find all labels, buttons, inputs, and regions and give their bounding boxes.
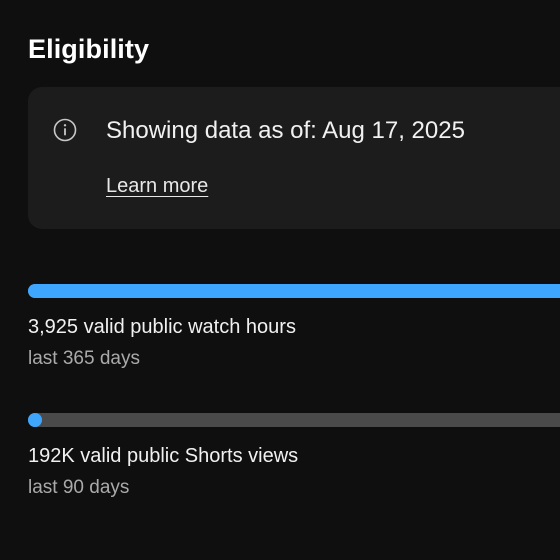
watch-hours-metric: 3,925 valid public watch hours last 365 … bbox=[28, 284, 560, 370]
watch-hours-progress-fill bbox=[28, 284, 560, 298]
eligibility-page: Eligibility Showing data as of: Aug 17, … bbox=[0, 0, 560, 560]
shorts-views-label: 192K valid public Shorts views bbox=[28, 445, 299, 467]
watch-hours-progress-bar bbox=[28, 284, 560, 298]
info-icon bbox=[53, 118, 77, 142]
section-title: Eligibility bbox=[28, 34, 150, 64]
shorts-views-progress-bar bbox=[28, 413, 560, 427]
shorts-views-metric: 192K valid public Shorts views last 90 d… bbox=[28, 413, 560, 499]
shorts-views-period: last 90 days bbox=[28, 477, 130, 498]
learn-more-link[interactable]: Learn more bbox=[106, 175, 208, 198]
info-card: Showing data as of: Aug 17, 2025 Learn m… bbox=[28, 87, 560, 229]
watch-hours-period: last 365 days bbox=[28, 348, 140, 369]
watch-hours-label: 3,925 valid public watch hours bbox=[28, 316, 296, 338]
shorts-views-progress-dot bbox=[28, 413, 42, 427]
data-date-notice: Showing data as of: Aug 17, 2025 bbox=[106, 117, 465, 144]
